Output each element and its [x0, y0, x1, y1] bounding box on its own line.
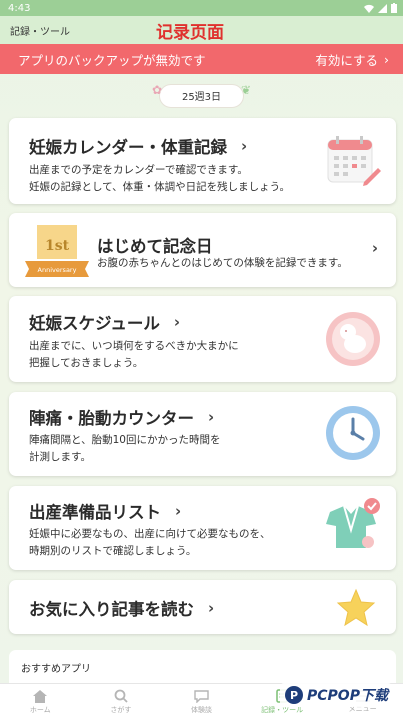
card-desc-line: 出産までに、いつ頃何をするべきか大まかに: [29, 340, 239, 352]
card-desc-line: 陣痛間隔と、胎動10回にかかった時間を: [29, 434, 221, 446]
pcpop-logo-icon: P: [285, 686, 303, 704]
card-title: 妊娠カレンダー・体重記録: [29, 138, 227, 157]
home-icon: [33, 689, 48, 703]
chat-icon: [194, 689, 209, 703]
backup-banner[interactable]: アプリのバックアップが無効です 有効にする ›: [0, 44, 403, 74]
watermark-logo: P PCPOP下载: [280, 683, 392, 707]
card-desc-line: 把握しておきましょう。: [29, 357, 144, 369]
svg-text:P: P: [290, 689, 298, 702]
cellular-icon: [378, 3, 387, 13]
pregnancy-week-label: 25週3日: [181, 92, 222, 103]
clock-icon: [326, 406, 380, 460]
leaf-icon: ❦: [240, 83, 252, 97]
baby-clothes-icon: [326, 498, 380, 548]
card-desc-line: 計測します。: [29, 451, 91, 463]
chevron-right-icon: ›: [208, 599, 215, 617]
battery-icon: [391, 3, 397, 13]
star-icon: [336, 588, 376, 627]
enable-backup-label: 有効にする: [315, 52, 378, 68]
search-icon: [114, 689, 128, 703]
svg-text:1st: 1st: [45, 238, 70, 254]
nav-search[interactable]: さがす: [81, 684, 162, 720]
chevron-right-icon: ›: [175, 502, 182, 520]
card-pregnancy-calendar[interactable]: 妊娠カレンダー・体重記録 › 出産までの予定をカレンダーで確認できます。 妊娠の…: [9, 118, 396, 204]
svg-text:Anniversary: Anniversary: [38, 266, 77, 274]
wifi-icon: [364, 4, 374, 13]
card-pregnancy-schedule[interactable]: 妊娠スケジュール › 出産までに、いつ頃何をするべきか大まかに 把握しておきまし…: [9, 296, 396, 382]
nav-home[interactable]: ホーム: [0, 684, 81, 720]
card-preparation-list[interactable]: 出産準備品リスト › 妊娠中に必要なもの、出産に向けて必要なものを、 時期別のリ…: [9, 486, 396, 570]
chevron-right-icon: ›: [173, 313, 181, 331]
pregnancy-week-badge: ✿ 25週3日 ❦: [152, 83, 251, 108]
card-desc-line: 妊娠の記録として、体重・体調や日記を残しましょう。: [29, 181, 291, 193]
card-desc-line: 時期別のリストで確認しましょう。: [29, 545, 197, 557]
card-desc-line: 妊娠中に必要なもの、出産に向けて必要なものを、: [29, 528, 271, 540]
nav-label: 体験談: [190, 705, 212, 714]
card-desc-line: お腹の赤ちゃんとのはじめての体験を記録できます。: [97, 257, 348, 269]
card-title: 陣痛・胎動カウンター: [29, 409, 194, 428]
app-header: 記録・ツール 记录页面: [0, 16, 403, 44]
enable-backup-link[interactable]: 有効にする ›: [315, 50, 389, 69]
chevron-right-icon: ›: [371, 239, 378, 257]
chevron-right-icon: ›: [208, 408, 215, 426]
backup-message: アプリのバックアップが無効です: [18, 52, 206, 68]
anniversary-badge-icon: 1st Anniversary: [25, 225, 89, 277]
chevron-right-icon: ›: [384, 51, 389, 67]
nav-stories[interactable]: 体験談: [161, 684, 242, 720]
card-title: はじめて記念日: [97, 237, 213, 256]
card-favorite-articles[interactable]: お気に入り記事を読む ›: [9, 580, 396, 634]
flower-icon: ✿: [151, 83, 163, 97]
card-title: 妊娠スケジュール: [29, 314, 160, 333]
status-time: 4:43: [8, 2, 31, 14]
status-bar: 4:43: [0, 0, 403, 16]
card-title: お気に入り記事を読む: [29, 600, 194, 619]
nav-label: ホーム: [29, 705, 51, 714]
page-title: 記録・ツール: [10, 26, 70, 38]
nav-label: さがす: [110, 706, 132, 714]
recommended-apps-label: おすすめアプリ: [21, 664, 91, 675]
chevron-right-icon: ›: [241, 137, 248, 155]
card-contraction-counter[interactable]: 陣痛・胎動カウンター › 陣痛間隔と、胎動10回にかかった時間を 計測します。: [9, 392, 396, 476]
baby-icon: [326, 312, 380, 366]
card-desc-line: 出産までの予定をカレンダーで確認できます。: [29, 164, 248, 176]
watermark-text: PCPOP下载: [307, 688, 388, 704]
calendar-icon: [327, 136, 381, 186]
card-title: 出産準備品リスト: [29, 503, 161, 522]
overlay-caption: 记录页面: [156, 23, 224, 43]
card-first-anniversary[interactable]: 1st Anniversary はじめて記念日 お腹の赤ちゃんとのはじめての体験…: [9, 213, 396, 287]
